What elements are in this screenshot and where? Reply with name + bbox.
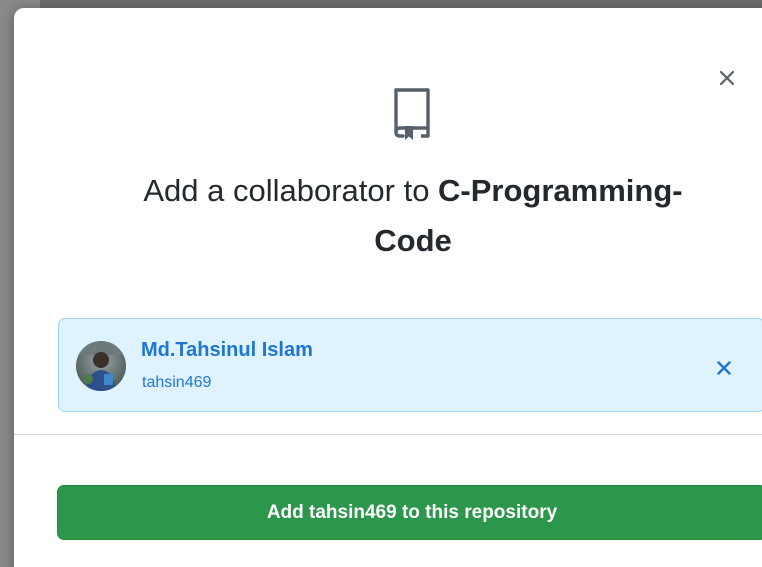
repo-icon: [394, 88, 430, 140]
add-collaborator-button[interactable]: Add tahsin469 to this repository: [57, 485, 762, 540]
selected-user-card: Md.Tahsinul Islam tahsin469: [58, 318, 762, 412]
dialog-title: Add a collaborator to C-Programming- Cod…: [54, 166, 762, 266]
close-dialog-button[interactable]: [713, 64, 741, 92]
user-display-name[interactable]: Md.Tahsinul Islam: [141, 339, 313, 362]
title-prefix: Add a collaborator to: [143, 173, 439, 208]
divider: [14, 434, 762, 435]
user-login: tahsin469: [142, 374, 212, 391]
close-icon: [717, 361, 731, 375]
add-collaborator-dialog: Add a collaborator to C-Programming- Cod…: [14, 8, 762, 567]
close-icon: [719, 70, 735, 86]
remove-selected-user-button[interactable]: [713, 357, 735, 379]
avatar: [76, 341, 126, 391]
